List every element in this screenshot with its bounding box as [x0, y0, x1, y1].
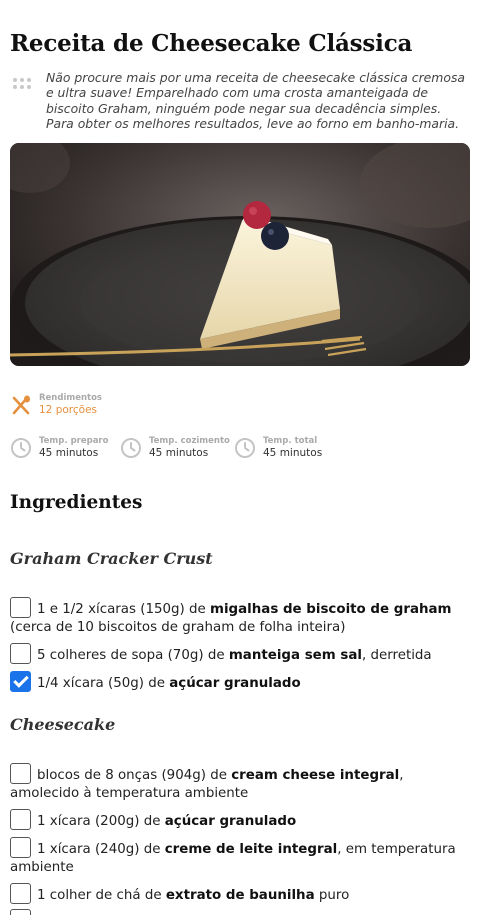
clock-icon: [121, 438, 141, 458]
ingredient-item: 1 colher de chá de extrato de baunilha p…: [10, 883, 472, 905]
prep-value: 45 minutos: [39, 447, 99, 459]
ingredient-checkbox[interactable]: [10, 909, 31, 915]
clock-icon: [235, 438, 255, 458]
drag-handle-icon[interactable]: [12, 76, 32, 92]
group-title-cheesecake: Cheesecake: [10, 715, 116, 734]
ingredient-item: [10, 909, 472, 915]
ingredient-item: 1 e 1/2 xícaras (150g) de migalhas de bi…: [10, 597, 472, 637]
total-value: 45 minutos: [263, 447, 323, 459]
intro-text: Não procure mais por uma receita de chee…: [46, 70, 465, 131]
recipe-intro: Não procure mais por uma receita de chee…: [12, 70, 468, 131]
total-time: Temp. total 45 minutos: [234, 436, 322, 460]
ingredients-heading: Ingredientes: [10, 492, 143, 513]
yield-value: 12 porções: [39, 404, 98, 416]
ingredient-checkbox[interactable]: [10, 763, 31, 784]
ingredient-checkbox[interactable]: [10, 837, 31, 858]
ingredient-checkbox[interactable]: [10, 809, 31, 830]
ingredient-item: 5 colheres de sopa (70g) de manteiga sem…: [10, 643, 472, 665]
ingredient-checkbox[interactable]: [10, 643, 31, 664]
clock-icon: [11, 438, 31, 458]
prep-label: Temp. preparo: [39, 436, 109, 446]
ingredient-checkbox[interactable]: [10, 883, 31, 904]
ingredient-item: 1 xícara (200g) de açúcar granulado: [10, 809, 472, 831]
ingredient-checkbox[interactable]: [10, 671, 31, 692]
fork-spoon-icon: [12, 395, 30, 415]
total-label: Temp. total: [263, 436, 318, 446]
yield-info: Rendimentos 12 porções: [10, 393, 102, 417]
ingredient-checkbox[interactable]: [10, 597, 31, 618]
page-title: Receita de Cheesecake Clássica: [10, 30, 413, 57]
ingredient-item: blocos de 8 onças (904g) de cream cheese…: [10, 763, 472, 803]
yield-label: Rendimentos: [39, 393, 102, 403]
ingredient-item: 1/4 xícara (50g) de açúcar granulado: [10, 671, 472, 693]
prep-time: Temp. preparo 45 minutos: [10, 436, 108, 460]
cook-time: Temp. cozimento 45 minutos: [120, 436, 230, 460]
recipe-photo: [10, 143, 470, 366]
group-title-crust: Graham Cracker Crust: [10, 549, 213, 568]
cook-label: Temp. cozimento: [149, 436, 230, 446]
cook-value: 45 minutos: [149, 447, 209, 459]
ingredient-item: 1 xícara (240g) de creme de leite integr…: [10, 837, 472, 877]
